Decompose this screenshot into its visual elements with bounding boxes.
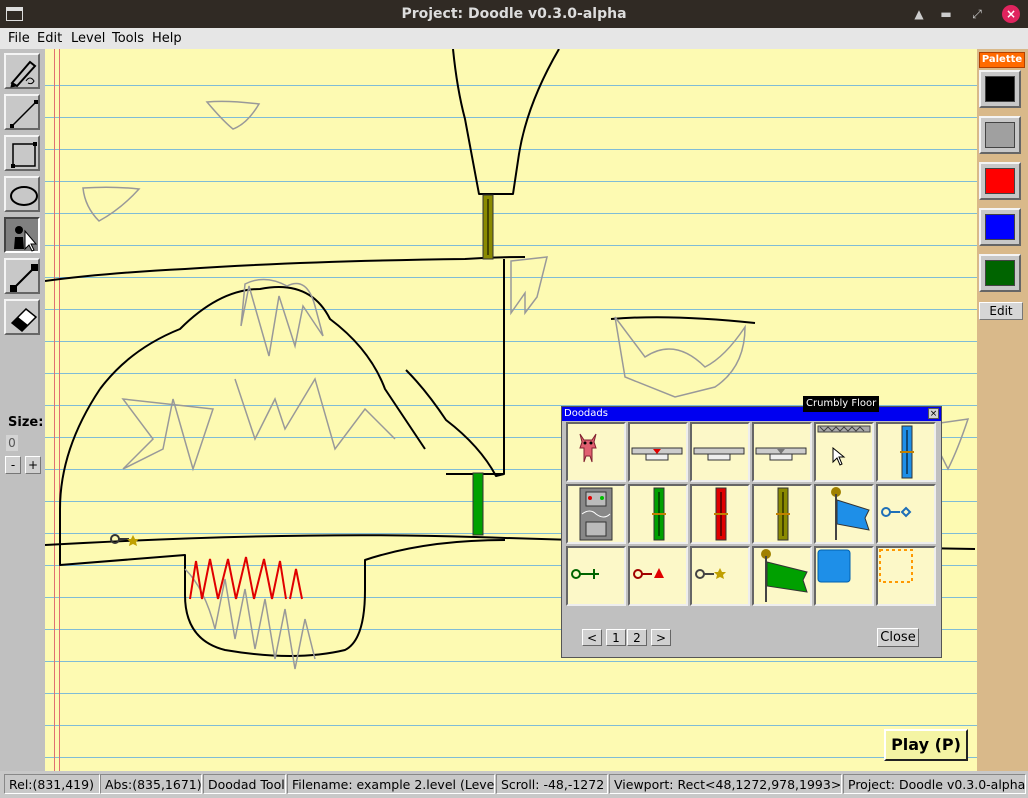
mouse-cursor-icon bbox=[832, 447, 846, 466]
doodad-trapdoor-up[interactable] bbox=[690, 422, 750, 482]
doodads-next-page-button[interactable]: > bbox=[651, 629, 671, 646]
swatch-red[interactable] bbox=[979, 162, 1021, 200]
menu-file[interactable]: File bbox=[8, 31, 30, 46]
line-tool-button[interactable] bbox=[4, 94, 40, 130]
menu-help[interactable]: Help bbox=[152, 31, 182, 46]
window-title: Project: Doodle v0.3.0-alpha bbox=[401, 6, 627, 22]
doodad-blue-locked-door[interactable] bbox=[876, 422, 936, 482]
rectangle-icon bbox=[11, 142, 37, 168]
play-button[interactable]: Play (P) bbox=[884, 729, 968, 761]
swatch-green[interactable] bbox=[979, 254, 1021, 292]
doodads-page-2-button[interactable]: 2 bbox=[627, 629, 647, 646]
status-viewport: Viewport: Rect<48,1272,978,1993> bbox=[609, 774, 842, 794]
eraser-icon bbox=[10, 307, 38, 333]
swatch-blue[interactable] bbox=[979, 208, 1021, 246]
doodad-green-key[interactable] bbox=[566, 546, 626, 606]
eraser-tool-button[interactable] bbox=[4, 299, 40, 335]
doodad-tooltip: Crumbly Floor bbox=[803, 396, 880, 412]
size-label: Size: bbox=[8, 415, 44, 430]
menu-level[interactable]: Level bbox=[71, 31, 105, 46]
yellow-locked-door bbox=[482, 194, 494, 260]
green-locked-door bbox=[472, 472, 484, 536]
pencil-tool-button[interactable] bbox=[4, 53, 40, 89]
palette-edit-button[interactable]: Edit bbox=[979, 302, 1023, 320]
doodad-go-flag[interactable] bbox=[752, 546, 812, 606]
size-value: 0 bbox=[6, 435, 18, 451]
status-active-tool: Doodad Tool bbox=[203, 774, 286, 794]
line-icon bbox=[10, 100, 38, 128]
shade-icon[interactable]: ▲ bbox=[910, 5, 928, 23]
doodad-yellow-key[interactable] bbox=[690, 546, 750, 606]
size-decrease-button[interactable]: - bbox=[5, 456, 21, 474]
doodad-trapdoor-down[interactable] bbox=[628, 422, 688, 482]
menu-edit[interactable]: Edit bbox=[37, 31, 62, 46]
doodad-red-key[interactable] bbox=[628, 546, 688, 606]
doodad-red-azulian[interactable] bbox=[566, 422, 626, 482]
doodads-close-button[interactable]: Close bbox=[877, 628, 919, 647]
rectangle-tool-button[interactable] bbox=[4, 135, 40, 171]
pencil-icon bbox=[10, 60, 37, 88]
status-relative-coords: Rel:(831,419) bbox=[4, 774, 100, 794]
menu-bar: File Edit Level Tools Help bbox=[0, 28, 1028, 49]
palette-panel: Palette Edit bbox=[977, 49, 1028, 771]
actor-select-icon bbox=[14, 226, 38, 252]
doodads-window: Doodads × < 1 2 > Close bbox=[561, 406, 942, 658]
swatch-gray[interactable] bbox=[979, 116, 1021, 154]
size-increase-button[interactable]: + bbox=[25, 456, 41, 474]
ellipse-tool-button[interactable] bbox=[4, 176, 40, 212]
minimize-icon[interactable]: ▬ bbox=[937, 5, 955, 23]
doodad-red-locked-door[interactable] bbox=[690, 484, 750, 544]
doodads-title[interactable]: Doodads bbox=[562, 407, 941, 421]
doodad-electric-door[interactable] bbox=[566, 484, 626, 544]
status-scroll: Scroll: -48,-1272 bbox=[496, 774, 608, 794]
status-absolute-coords: Abs:(835,1671) bbox=[100, 774, 202, 794]
status-bar: Rel:(831,419) Abs:(835,1671) Doodad Tool… bbox=[0, 771, 1028, 798]
status-filename: Filename: example 2.level (Level) bbox=[287, 774, 495, 794]
title-bar[interactable]: Project: Doodle v0.3.0-alpha ▲ ▬ ⤢ × bbox=[0, 0, 1028, 28]
tool-palette: Size: 0 - + bbox=[0, 49, 46, 771]
doodad-blue-key[interactable] bbox=[876, 484, 936, 544]
doodads-prev-page-button[interactable]: < bbox=[582, 629, 602, 646]
doodads-page-1-button[interactable]: 1 bbox=[606, 629, 626, 646]
link-icon bbox=[10, 264, 38, 292]
ellipse-icon bbox=[10, 186, 38, 206]
doodad-solid-blue-block[interactable] bbox=[814, 546, 874, 606]
doodad-invisible-box[interactable] bbox=[876, 546, 936, 606]
link-tool-button[interactable] bbox=[4, 258, 40, 294]
palette-title: Palette bbox=[979, 52, 1025, 68]
maximize-icon[interactable]: ⤢ bbox=[968, 5, 986, 23]
doodad-green-locked-door[interactable] bbox=[628, 484, 688, 544]
doodad-yellow-locked-door[interactable] bbox=[752, 484, 812, 544]
menu-tools[interactable]: Tools bbox=[112, 31, 144, 46]
swatch-black[interactable] bbox=[979, 70, 1021, 108]
doodads-close-x-icon[interactable]: × bbox=[928, 408, 939, 419]
close-window-icon[interactable]: × bbox=[1002, 5, 1020, 23]
doodad-end-flag[interactable] bbox=[814, 484, 874, 544]
doodad-trapdoor-bottom[interactable] bbox=[752, 422, 812, 482]
doodad-tool-button[interactable] bbox=[4, 217, 40, 253]
status-project: Project: Doodle v0.3.0-alpha bbox=[843, 774, 1026, 794]
